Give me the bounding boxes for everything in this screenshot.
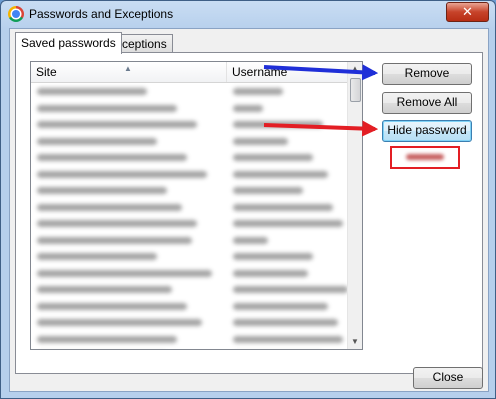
blue-arrow-to-remove — [263, 64, 379, 81]
dialog-window: Passwords and Exceptions ✕ Saved passwor… — [0, 0, 496, 399]
tab-saved-passwords[interactable]: Saved passwords — [15, 32, 122, 54]
red-arrow-to-hide-password — [263, 120, 379, 137]
annotation-overlay — [263, 64, 379, 137]
